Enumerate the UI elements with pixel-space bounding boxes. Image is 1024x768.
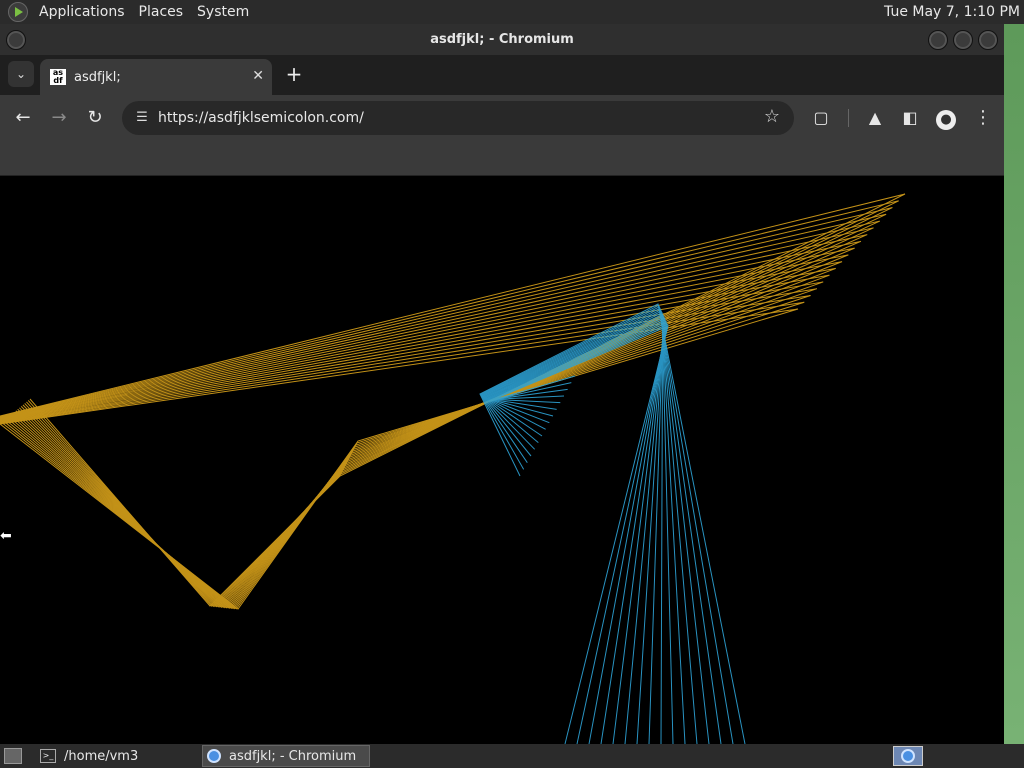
tab-search-chevron-down-icon[interactable]: ⌄ [8,61,34,87]
tab-strip: ⌄ as df asdfjkl; ✕ + [0,55,1004,95]
address-bar[interactable]: ☰ https://asdfjklsemicolon.com/ ☆ [122,101,794,135]
profile-person-icon[interactable]: ● [933,105,959,131]
mouse-cursor-arrow-icon: ⬅ [0,528,12,544]
string-line [482,310,686,744]
back-arrow-left-icon[interactable]: ← [10,105,36,131]
string-line [479,304,734,744]
close-window-button[interactable] [978,30,998,50]
browser-window: asdfjkl; - Chromium ⌄ as df asdfjkl; ✕ +… [0,24,1004,744]
maximize-button[interactable] [953,30,973,50]
taskbar-item-chromium[interactable]: asdfjkl; - Chromium [202,745,370,767]
site-info-tune-icon[interactable]: ☰ [132,108,152,128]
string-line [481,307,710,744]
desktop-background [1004,24,1024,744]
taskbar-item-terminal[interactable]: >_ /home/vm3 [36,745,196,767]
bookmark-bar [0,141,1004,176]
extensions-puzzle-icon[interactable]: ▢ [808,105,834,131]
string-line [479,303,746,744]
window-titlebar[interactable]: asdfjkl; - Chromium [0,24,1004,55]
menu-places[interactable]: Places [132,0,191,24]
gold-string-lines [0,193,906,610]
blue-string-lines [479,303,746,744]
window-title: asdfjkl; - Chromium [430,32,574,47]
string-line [0,294,811,610]
taskbar-item-label: /home/vm3 [64,748,139,764]
kebab-menu-icon[interactable]: ⋮ [970,105,996,131]
browser-toolbar: ← → ↻ ☰ https://asdfjklsemicolon.com/ ☆ … [0,95,1004,141]
page-content[interactable] [0,176,1004,744]
url-text[interactable]: https://asdfjklsemicolon.com/ [158,101,364,135]
forward-arrow-right-icon[interactable]: → [46,105,72,131]
bottom-panel: >_ /home/vm3 asdfjkl; - Chromium [0,744,1024,768]
window-menu-button[interactable] [6,30,26,50]
new-tab-plus-icon[interactable]: + [284,61,304,87]
close-tab-icon[interactable]: ✕ [252,68,264,84]
bookmark-star-icon[interactable]: ☆ [764,106,780,127]
taskbar-item-label: asdfjkl; - Chromium [229,748,357,764]
workspace-switcher[interactable] [893,746,923,766]
show-desktop-icon[interactable] [4,748,22,764]
chromium-icon [207,749,221,763]
terminal-icon: >_ [40,749,56,763]
top-panel: Applications Places System Tue May 7, 1:… [0,0,1024,24]
site-favicon-icon: as df [50,69,66,85]
menu-applications[interactable]: Applications [32,0,132,24]
reload-icon[interactable]: ↻ [82,105,108,131]
tab-asdfjkl[interactable]: as df asdfjkl; ✕ [40,59,272,95]
toolbar-separator [848,109,849,127]
labs-flask-icon[interactable]: ▲ [862,105,888,131]
menu-system[interactable]: System [190,0,256,24]
applications-logo-icon[interactable] [8,2,28,22]
clock[interactable]: Tue May 7, 1:10 PM [884,0,1020,24]
tab-title: asdfjkl; [74,69,121,85]
string-art-canvas [0,193,906,744]
chromium-icon [901,749,915,763]
minimize-button[interactable] [928,30,948,50]
side-panel-icon[interactable]: ◧ [897,105,923,131]
